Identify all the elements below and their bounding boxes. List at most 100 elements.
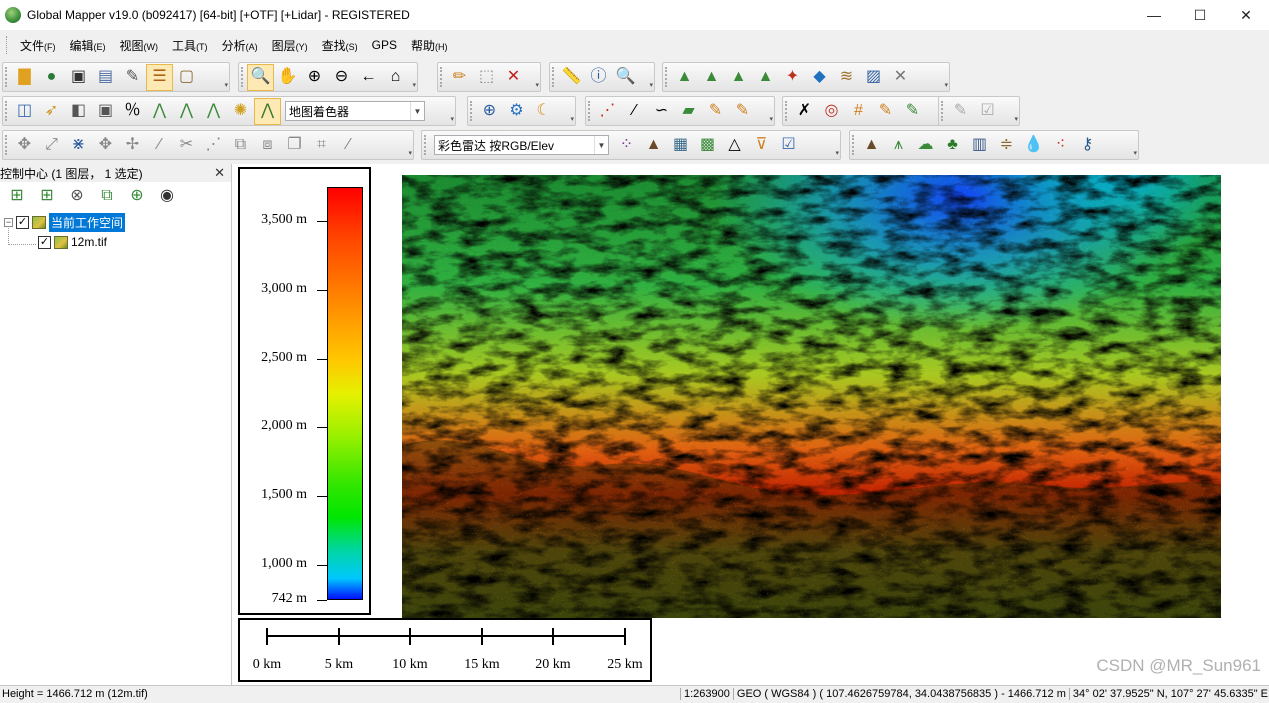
filter-icon[interactable]: ⊽ [748,132,775,159]
view-3d-icon[interactable]: ▣ [92,98,119,125]
image-icon[interactable]: ▨ [860,64,887,91]
layer-node[interactable]: ✓ 12m.tif [0,232,231,252]
layer-copy-icon[interactable]: ⧉ [92,183,122,210]
print-icon[interactable]: ▤ [92,64,119,91]
bush-icon[interactable]: ☁ [912,132,939,159]
hillshade-icon[interactable]: ⋀ [254,97,281,125]
terrain-map[interactable] [402,175,1221,618]
layer-checkbox[interactable]: ✓ [38,235,51,249]
menu-help[interactable]: 帮助(H) [404,37,455,54]
cancel-tool-icon[interactable]: ✕ [887,64,914,91]
point-line-icon[interactable]: ⋰ [594,98,621,125]
search-feature-icon[interactable]: 🔍 [612,64,639,91]
tree-icon[interactable]: ♣ [939,132,966,159]
key-icon[interactable]: ⚷ [1074,132,1101,159]
watershed-icon[interactable]: ◆ [806,64,833,91]
menu-view[interactable]: 视图(W) [113,37,166,54]
area-edit-icon[interactable]: ✎ [899,98,926,125]
ground-icon[interactable]: ▲ [858,132,885,159]
color-mode-select[interactable]: 彩色雷达 按RGB/Elev ▼ [434,135,609,155]
layer-label[interactable]: 12m.tif [71,235,107,249]
elevation-down-icon[interactable]: ⋀ [173,98,200,125]
line-split-icon[interactable]: ∕ [146,132,173,159]
home-icon[interactable]: ⌂ [382,64,409,91]
path-profile-icon[interactable]: ▲ [752,64,779,91]
projection-globe-icon[interactable]: ⊕ [476,98,503,125]
move-icon[interactable]: ✥ [11,132,38,159]
select-rect-icon[interactable]: ⬚ [473,64,500,91]
disabled-pen-icon[interactable]: ✎ [947,98,974,125]
water-icon[interactable]: 💧 [1020,132,1047,159]
delete-icon[interactable]: ✕ [500,64,527,91]
area-draw-icon[interactable]: ▰ [675,98,702,125]
menu-layer[interactable]: 图层(Y) [265,37,315,54]
info-icon[interactable]: ⓘ [585,64,612,91]
pencil-icon[interactable]: ✏ [446,64,473,91]
menu-tools[interactable]: 工具(T) [165,37,215,54]
classify-icon[interactable]: ▩ [694,132,721,159]
workspace-node[interactable]: − ✓ 当前工作空间 [0,212,231,232]
curve-draw-icon[interactable]: ∽ [648,98,675,125]
edit-curve-icon[interactable]: ✎ [729,98,756,125]
crop-icon[interactable]: ⌗ [308,132,335,159]
line-draw-icon[interactable]: ∕ [621,98,648,125]
map-view[interactable]: 3,500 m 3,000 m 2,500 m 2,000 m 1,500 m 1,000… [233,164,1269,685]
view-shed-icon[interactable]: ▲ [725,64,752,91]
menu-search[interactable]: 查找(S) [315,37,365,54]
volume-icon[interactable]: ≋ [833,64,860,91]
minimize-button[interactable]: — [1131,0,1177,30]
sun-light-icon[interactable]: ✺ [227,98,254,125]
move-vertex-icon[interactable]: ✥ [92,132,119,159]
globe-data-icon[interactable]: ● [38,64,65,91]
moon-icon[interactable]: ☾ [530,98,557,125]
collapse-icon[interactable]: − [4,217,13,227]
pane-icon[interactable]: ◧ [65,98,92,125]
add-vertex-icon[interactable]: ✢ [119,132,146,159]
save-icon[interactable]: ▣ [65,64,92,91]
settings-gear-icon[interactable]: ⚙ [503,98,530,125]
wrench-icon[interactable]: ✎ [119,64,146,91]
menu-edit[interactable]: 编辑(E) [63,37,113,54]
menu-analysis[interactable]: 分析(A) [215,37,265,54]
feature-edit-icon[interactable]: ✗ [791,98,818,125]
back-arrow-icon[interactable]: ← [355,64,382,91]
edit-check-icon[interactable]: ☑ [775,132,802,159]
zoom-out-icon[interactable]: ⊖ [328,64,355,91]
close-icon[interactable]: ✕ [214,165,225,181]
terrain-icon[interactable]: ▲ [671,64,698,91]
copy-feature-icon[interactable]: ❐ [281,132,308,159]
close-button[interactable]: ✕ [1223,0,1269,30]
contour-icon[interactable]: ▲ [698,64,725,91]
point-cloud-icon[interactable]: ⁘ [613,132,640,159]
offset-icon[interactable]: ⧉ [227,132,254,159]
light-direction-icon[interactable]: ➶ [38,98,65,125]
overview-icon[interactable]: ▢ [173,64,200,91]
grid-edit-icon[interactable]: # [845,98,872,125]
layer-zoom-icon[interactable]: ⊕ [122,183,152,210]
rotate-icon[interactable]: ⤢ [38,132,65,159]
powerline-icon[interactable]: ≑ [993,132,1020,159]
menu-file[interactable]: 文件(F) [13,37,63,54]
elevation-icon[interactable]: ⋀ [146,98,173,125]
zoom-tool-icon[interactable]: 🔍 [247,63,274,91]
mountain-icon[interactable]: ▲ [640,132,667,159]
measure-pen-icon[interactable]: ∕ [335,132,362,159]
join-icon[interactable]: ⋰ [200,132,227,159]
open-folder-icon[interactable]: ▇ [11,64,38,91]
layer-search-icon[interactable]: ⊞ [2,183,32,210]
node-icon[interactable]: ⋇ [65,132,92,159]
edit-line-icon[interactable]: ✎ [702,98,729,125]
eye-icon[interactable]: ◉ [152,183,182,210]
shader-select[interactable]: 地图着色器 ▼ [285,101,425,121]
cut-icon[interactable]: ✂ [173,132,200,159]
layers-icon[interactable]: ☰ [146,63,173,91]
zoom-in-icon[interactable]: ⊕ [301,64,328,91]
disabled-check-icon[interactable]: ☑ [974,98,1001,125]
pan-hand-icon[interactable]: ✋ [274,64,301,91]
ruler-icon[interactable]: 📏 [558,64,585,91]
split-view-icon[interactable]: ◫ [11,98,38,125]
maximize-button[interactable]: ☐ [1177,0,1223,30]
vertex-edit-icon[interactable]: ✎ [872,98,899,125]
noise-icon[interactable]: ⁖ [1047,132,1074,159]
target-icon[interactable]: ◎ [818,98,845,125]
